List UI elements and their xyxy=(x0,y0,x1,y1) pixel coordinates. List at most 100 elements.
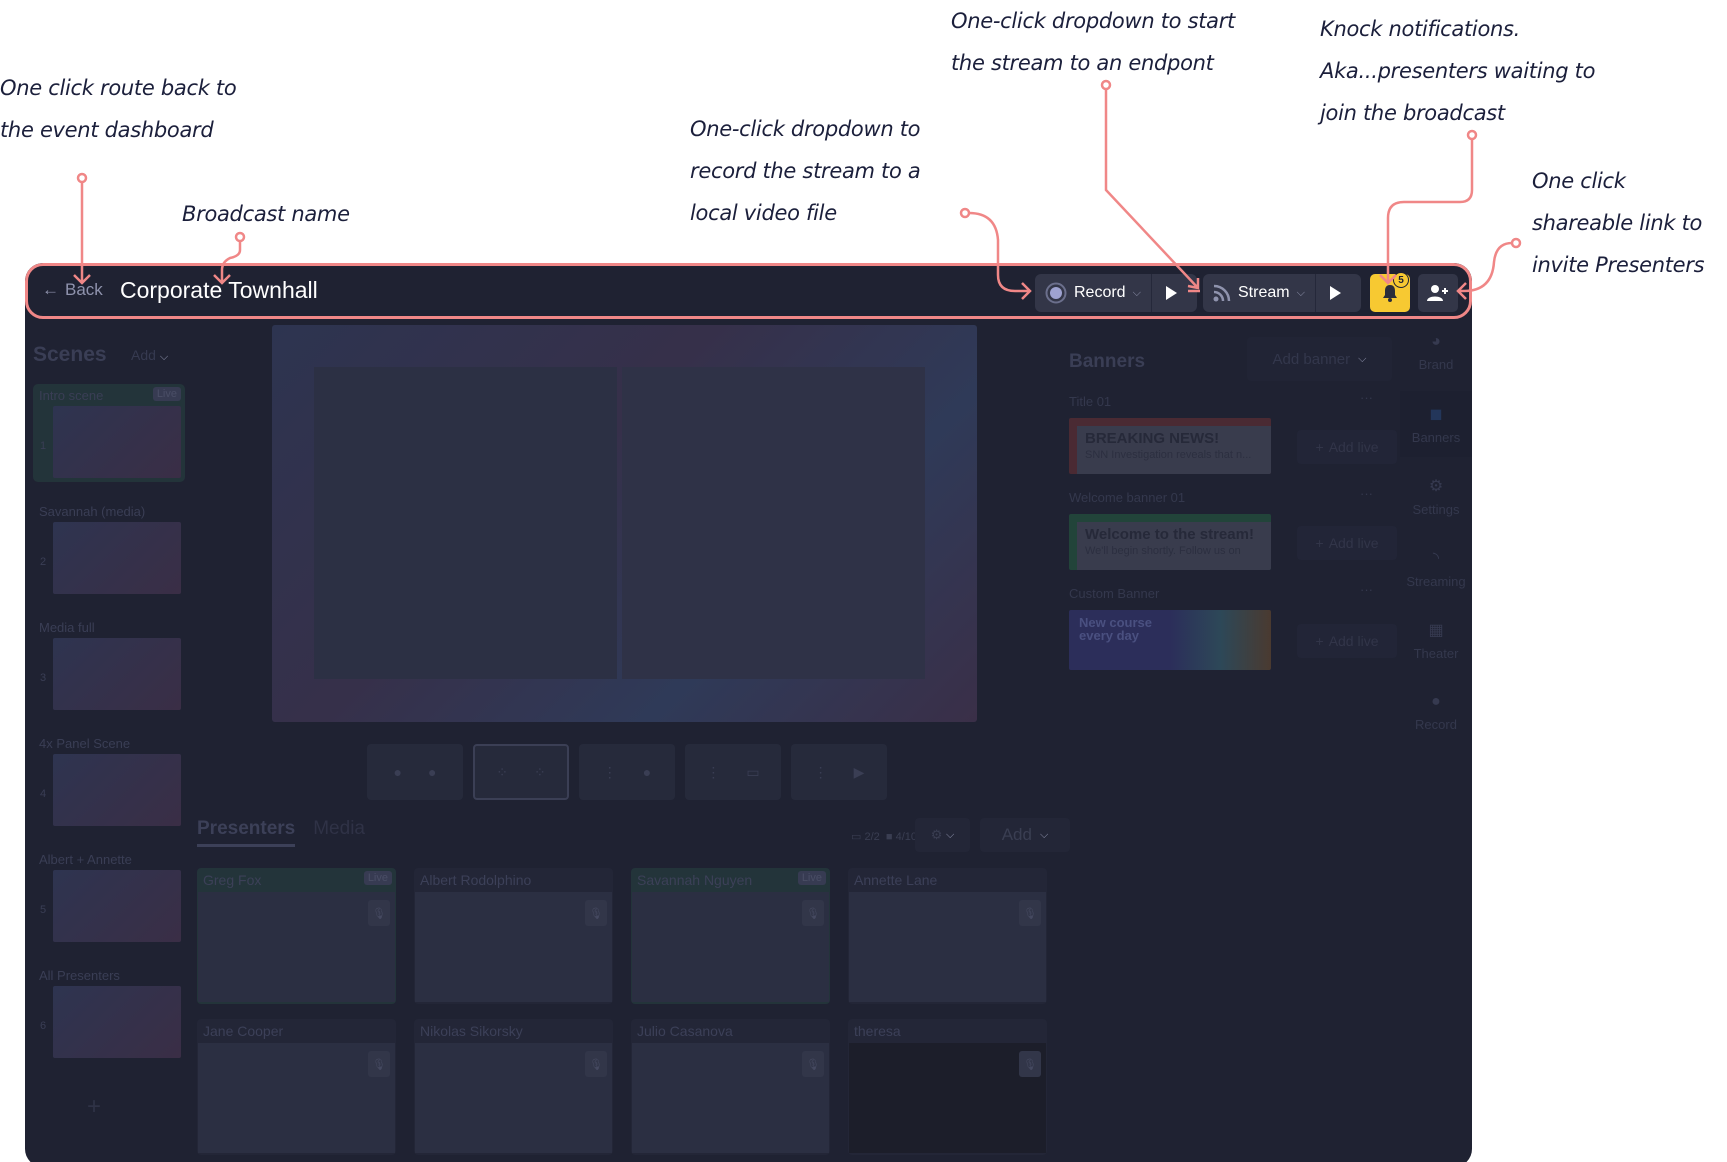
add-live-button[interactable]: + Add live xyxy=(1297,526,1397,560)
more-options-icon[interactable]: ··· xyxy=(1360,486,1373,501)
annotation-stream: One-click dropdown to start the stream to… xyxy=(951,9,1235,75)
microphone-icon[interactable]: 🎙 xyxy=(802,1051,824,1077)
more-options-icon[interactable]: ··· xyxy=(1360,582,1373,597)
microphone-icon[interactable]: 🎙 xyxy=(368,900,390,926)
presenter-settings-dropdown[interactable]: ⚙ ⌵ xyxy=(915,818,970,852)
scene-item[interactable]: Intro scene Live 1 xyxy=(33,384,185,482)
rail-record[interactable]: ● Record xyxy=(1400,679,1472,745)
invite-presenters-button[interactable] xyxy=(1418,274,1458,312)
scene-thumbnail xyxy=(53,870,181,942)
layout-screen-share[interactable]: ⋮ ▭ xyxy=(685,744,781,800)
rail-banners[interactable]: ◼ Banners xyxy=(1400,391,1472,457)
annotation-knock: Knock notifications. Aka...presenters wai… xyxy=(1320,17,1596,125)
banner-card[interactable]: BREAKING NEWS! SNN Investigation reveals … xyxy=(1069,418,1271,474)
chevron-down-icon: ⌵ xyxy=(1296,286,1305,299)
tab-presenters[interactable]: Presenters xyxy=(197,818,296,847)
add-scene-button[interactable]: + xyxy=(87,1093,101,1121)
add-banner-dropdown[interactable]: Add banner ⌵ xyxy=(1247,337,1392,381)
add-live-button[interactable]: + Add live xyxy=(1297,624,1397,658)
add-live-button[interactable]: + Add live xyxy=(1297,430,1397,464)
rail-settings[interactable]: ⚙ Settings xyxy=(1400,463,1472,529)
palette-icon: ◕ xyxy=(1431,332,1441,350)
annotation-invite: One click shareable link to invite Present… xyxy=(1532,169,1705,277)
microphone-icon[interactable]: 🎙 xyxy=(585,900,607,926)
microphone-icon[interactable]: 🎙 xyxy=(802,900,824,926)
presenter-video xyxy=(415,892,612,1002)
chevron-down-icon: ⌵ xyxy=(1132,286,1141,299)
record-control: Record ⌵ xyxy=(1035,274,1197,312)
stream-control: Stream ⌵ xyxy=(1203,274,1361,312)
tab-media[interactable]: Media xyxy=(313,818,365,847)
microphone-icon[interactable]: 🎙 xyxy=(1019,900,1041,926)
arrow-left-icon: ← xyxy=(42,280,59,299)
scene-item[interactable]: Media full 3 xyxy=(33,616,185,714)
rail-theater[interactable]: ▦ Theater xyxy=(1400,607,1472,673)
arrow-anchor xyxy=(76,172,88,184)
top-bar: ← Back Corporate Townhall Record ⌵ Strea… xyxy=(25,263,1472,319)
presenter-card[interactable]: Greg Fox Live 🎙 xyxy=(197,868,396,1004)
presenter-video xyxy=(198,1043,395,1153)
layout-side-main[interactable]: ⋮ ● xyxy=(579,744,675,800)
user-plus-icon xyxy=(1427,285,1448,301)
layout-selector: ● ● ⁘ ⁘ ⋮ ● ⋮ ▭ ⋮ ▶ xyxy=(367,744,887,800)
notification-count-badge: 5 xyxy=(1393,272,1409,288)
user-icon: ● xyxy=(428,764,437,780)
stage-camera xyxy=(622,367,925,679)
presenter-card[interactable]: Savannah Nguyen Live 🎙 xyxy=(631,868,830,1004)
stage-preview xyxy=(272,325,977,722)
presenter-card[interactable]: theresa 🎙 xyxy=(848,1019,1047,1155)
banners-heading: Banners xyxy=(1069,351,1146,372)
presenter-card[interactable]: Albert Rodolphino 🎙 xyxy=(414,868,613,1004)
gear-icon: ⚙ xyxy=(930,827,943,842)
user-icon: ⋮ xyxy=(706,763,721,780)
layout-media[interactable]: ⋮ ▶ xyxy=(791,744,887,800)
user-icon: ⋮ xyxy=(813,763,828,780)
presenter-card[interactable]: Jane Cooper 🎙 xyxy=(197,1019,396,1155)
banner-card[interactable]: New course every day xyxy=(1069,610,1271,670)
chevron-down-icon: ⌵ xyxy=(1358,352,1367,365)
add-presenter-dropdown[interactable]: Add ⌵ xyxy=(980,818,1070,852)
arrow-anchor xyxy=(959,207,971,219)
back-button[interactable]: ← Back xyxy=(42,280,103,300)
banner-card[interactable]: Welcome to the stream! We'll begin shortl… xyxy=(1069,514,1271,570)
rss-icon: ◝ xyxy=(1432,549,1440,567)
presenter-card[interactable]: Nikolas Sikorsky 🎙 xyxy=(414,1019,613,1155)
more-options-icon[interactable]: ··· xyxy=(1360,390,1373,405)
scene-item[interactable]: Albert + Annette 5 xyxy=(33,848,185,946)
scene-item[interactable]: 4x Panel Scene 4 xyxy=(33,732,185,830)
rail-brand[interactable]: ◕ Brand xyxy=(1400,319,1472,385)
user-icon: ● xyxy=(393,764,402,780)
record-dropdown[interactable]: Record ⌵ xyxy=(1035,274,1151,312)
record-icon xyxy=(1045,282,1067,304)
chevron-down-icon: ⌵ xyxy=(159,351,169,363)
rss-icon xyxy=(1213,284,1231,302)
arrow-knock xyxy=(1379,139,1474,285)
microphone-icon[interactable]: 🎙 xyxy=(585,1051,607,1077)
layout-grid-four[interactable]: ⁘ ⁘ xyxy=(473,744,569,800)
camera-icon: ■ xyxy=(885,831,893,843)
presenter-card[interactable]: Annette Lane 🎙 xyxy=(848,868,1047,1004)
chevron-down-icon: ⌵ xyxy=(945,828,955,841)
presenter-card[interactable]: Julio Casanova 🎙 xyxy=(631,1019,830,1155)
scenes-heading: Scenes xyxy=(33,343,107,366)
layout-two-up[interactable]: ● ● xyxy=(367,744,463,800)
scene-item[interactable]: Savannah (media) 2 xyxy=(33,500,185,598)
film-icon: ▦ xyxy=(1428,621,1444,639)
rail-streaming[interactable]: ◝ Streaming xyxy=(1400,535,1472,601)
microphone-icon[interactable]: 🎙 xyxy=(368,1051,390,1077)
stream-play-button[interactable] xyxy=(1316,274,1354,312)
scene-item[interactable]: All Presenters 6 xyxy=(33,964,185,1062)
gear-icon: ⚙ xyxy=(1428,477,1444,495)
stream-dropdown[interactable]: Stream ⌵ xyxy=(1203,274,1315,312)
presenter-video xyxy=(632,1043,829,1153)
microphone-icon[interactable]: 🎙 xyxy=(1019,1051,1041,1077)
record-play-button[interactable] xyxy=(1152,274,1190,312)
play-icon: ▶ xyxy=(853,763,865,780)
scenes-add-dropdown[interactable]: Add ⌵ xyxy=(131,347,168,364)
monitor-icon: ▭ xyxy=(851,831,862,843)
stage-camera xyxy=(314,367,617,679)
user-icon: ⋮ xyxy=(602,763,617,780)
plus-icon: + xyxy=(1315,633,1324,649)
live-badge: Live xyxy=(797,871,826,885)
knock-notifications-button[interactable]: 5 xyxy=(1370,272,1410,312)
